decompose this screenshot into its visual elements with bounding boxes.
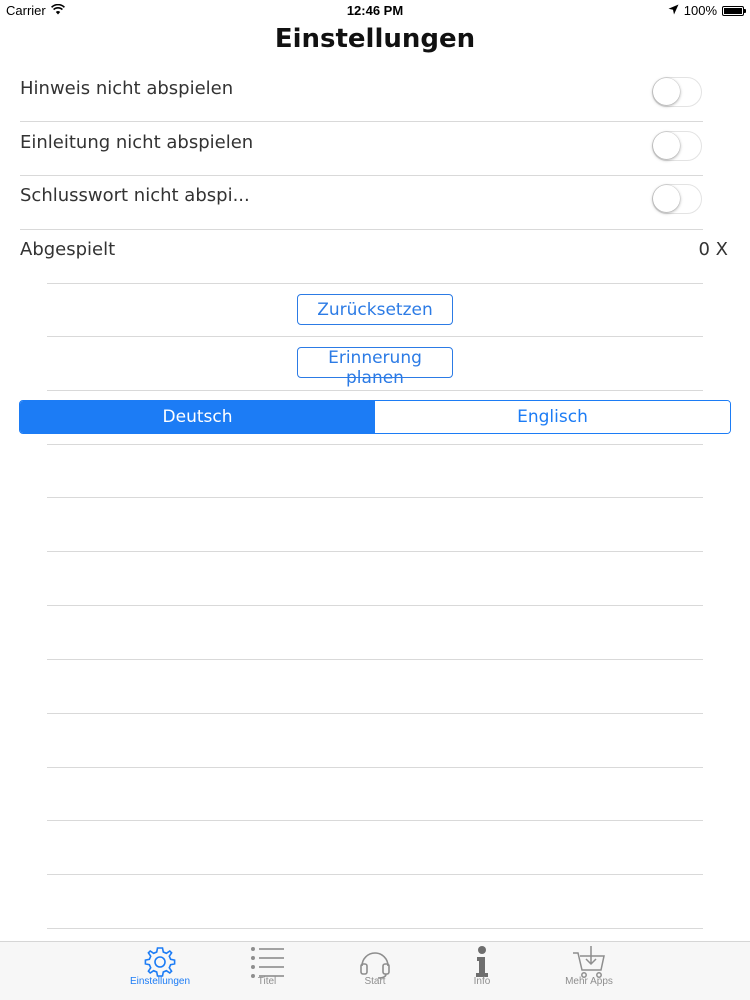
page-title: Einstellungen xyxy=(274,24,476,54)
setting-label: Einleitung nicht abspielen xyxy=(20,132,254,153)
status-time: 12:46 PM xyxy=(346,3,404,18)
segment-deutsch[interactable]: Deutsch xyxy=(20,401,375,433)
schedule-reminder-button[interactable]: Erinnerung planen xyxy=(297,347,453,388)
tab-bar: Einstellungen Titel Start Info Mehr Apps xyxy=(0,941,750,1000)
tab-label: Mehr Apps xyxy=(565,976,613,987)
einleitung-toggle[interactable] xyxy=(652,131,702,161)
toggle-knob xyxy=(653,185,680,212)
divider xyxy=(47,713,703,714)
divider xyxy=(47,820,703,821)
tab-label: Einstellungen xyxy=(129,976,191,987)
tab-label: Titel xyxy=(257,976,277,987)
divider xyxy=(47,659,703,660)
divider xyxy=(47,336,703,337)
divider xyxy=(47,551,703,552)
reset-button[interactable]: Zurücksetzen xyxy=(297,294,453,325)
tab-start[interactable]: Start xyxy=(330,942,420,1000)
divider xyxy=(47,605,703,606)
headphones-icon xyxy=(358,945,392,979)
list-icon xyxy=(250,945,284,979)
segment-englisch[interactable]: Englisch xyxy=(375,401,730,433)
divider xyxy=(47,928,703,929)
setting-row-hinweis: Hinweis nicht abspielen xyxy=(0,64,750,117)
tab-einstellungen[interactable]: Einstellungen xyxy=(115,942,205,1000)
tab-label: Start xyxy=(364,976,386,987)
schlusswort-toggle[interactable] xyxy=(652,184,702,214)
battery-icon xyxy=(722,5,746,16)
gear-icon xyxy=(143,945,177,979)
setting-label: Schlusswort nicht abspi... xyxy=(20,185,250,206)
setting-label: Hinweis nicht abspielen xyxy=(20,78,234,99)
hinweis-toggle[interactable] xyxy=(652,77,702,107)
tab-titel[interactable]: Titel xyxy=(222,942,312,1000)
tab-mehr-apps[interactable]: Mehr Apps xyxy=(544,942,634,1000)
location-icon xyxy=(668,3,679,18)
played-label: Abgespielt xyxy=(20,239,116,260)
toggle-knob xyxy=(653,132,680,159)
divider xyxy=(47,390,703,391)
setting-row-schlusswort: Schlusswort nicht abspi... xyxy=(0,171,750,224)
divider xyxy=(47,497,703,498)
played-count: 0 X xyxy=(698,239,728,260)
tab-label: Info xyxy=(473,976,491,987)
toggle-knob xyxy=(653,78,680,105)
setting-row-abgespielt: Abgespielt 0 X xyxy=(0,225,750,278)
setting-row-einleitung: Einleitung nicht abspielen xyxy=(0,118,750,171)
info-icon xyxy=(465,945,499,979)
divider xyxy=(47,767,703,768)
tab-info[interactable]: Info xyxy=(437,942,527,1000)
divider xyxy=(47,283,703,284)
cart-icon xyxy=(572,945,606,979)
divider xyxy=(47,444,703,445)
divider xyxy=(47,874,703,875)
status-bar: Carrier 12:46 PM 100% xyxy=(0,0,750,22)
status-right: 100% xyxy=(668,3,746,18)
battery-percent: 100% xyxy=(683,3,717,18)
language-segmented-control: Deutsch Englisch xyxy=(19,400,731,434)
